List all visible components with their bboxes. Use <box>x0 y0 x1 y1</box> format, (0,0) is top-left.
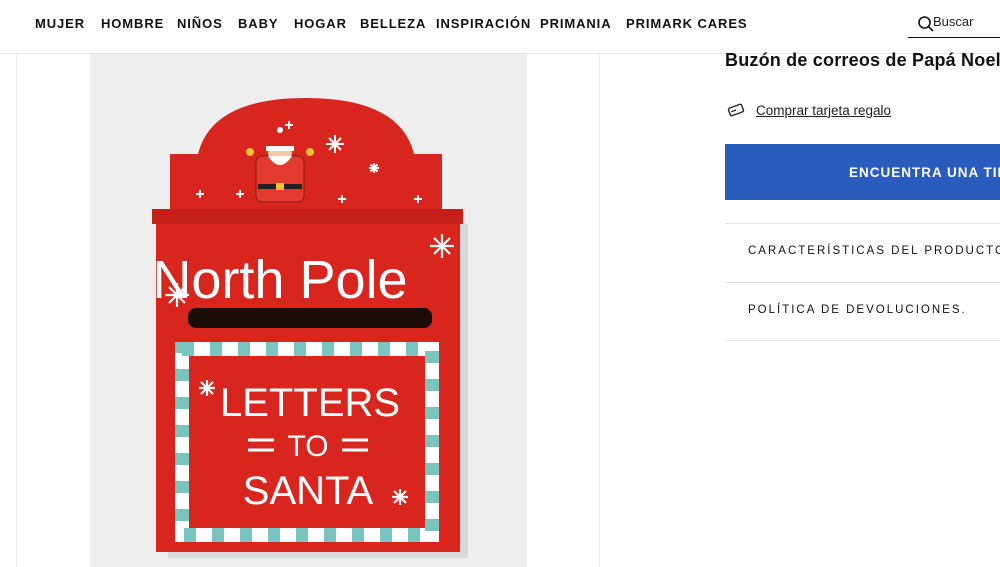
box-text-north-pole: North Pole <box>152 250 407 310</box>
box-text-to: TO <box>287 430 328 463</box>
top-navigation: MUJER HOMBRE NIÑOS BABY HOGAR BELLEZA IN… <box>0 0 1000 54</box>
box-text-letters: LETTERS <box>220 381 400 425</box>
accordion-product-features[interactable]: CARACTERÍSTICAS DEL PRODUCTO <box>725 223 1000 281</box>
nav-item-baby[interactable]: BABY <box>238 16 278 31</box>
nav-item-primania[interactable]: PRIMANIA <box>540 16 611 31</box>
nav-item-mujer[interactable]: MUJER <box>35 16 85 31</box>
accordion-divider <box>725 340 1000 341</box>
accordion-return-policy[interactable]: POLÍTICA DE DEVOLUCIONES. <box>725 282 1000 340</box>
product-title: Buzón de correos de Papá Noel <box>725 50 1000 70</box>
nav-item-hogar[interactable]: HOGAR <box>294 16 347 31</box>
nav-item-hombre[interactable]: HOMBRE <box>101 16 164 31</box>
mailbox-illustration: North Pole LETTERS TO SANTA <box>152 98 468 558</box>
product-gallery: North Pole LETTERS TO SANTA <box>16 54 600 567</box>
nav-item-primark-cares[interactable]: PRIMARK CARES <box>626 16 747 31</box>
search-input[interactable] <box>933 11 1000 31</box>
nav-item-inspiracion[interactable]: INSPIRACIÓN <box>436 16 531 31</box>
gift-card-link[interactable]: Comprar tarjeta regalo <box>727 100 891 120</box>
search-box[interactable] <box>908 8 1000 38</box>
gift-card-icon <box>727 103 745 117</box>
find-store-label: ENCUENTRA UNA TIENDA <box>849 164 1000 180</box>
product-image[interactable]: North Pole LETTERS TO SANTA <box>90 54 527 567</box>
find-store-button[interactable]: ENCUENTRA UNA TIENDA <box>725 144 1000 200</box>
box-text-santa: SANTA <box>243 469 374 513</box>
gift-card-label[interactable]: Comprar tarjeta regalo <box>756 103 891 118</box>
nav-item-belleza[interactable]: BELLEZA <box>360 16 426 31</box>
nav-item-ninos[interactable]: NIÑOS <box>177 16 223 31</box>
accordion-label-features: CARACTERÍSTICAS DEL PRODUCTO <box>748 245 1000 257</box>
accordion-label-returns: POLÍTICA DE DEVOLUCIONES. <box>748 304 967 316</box>
